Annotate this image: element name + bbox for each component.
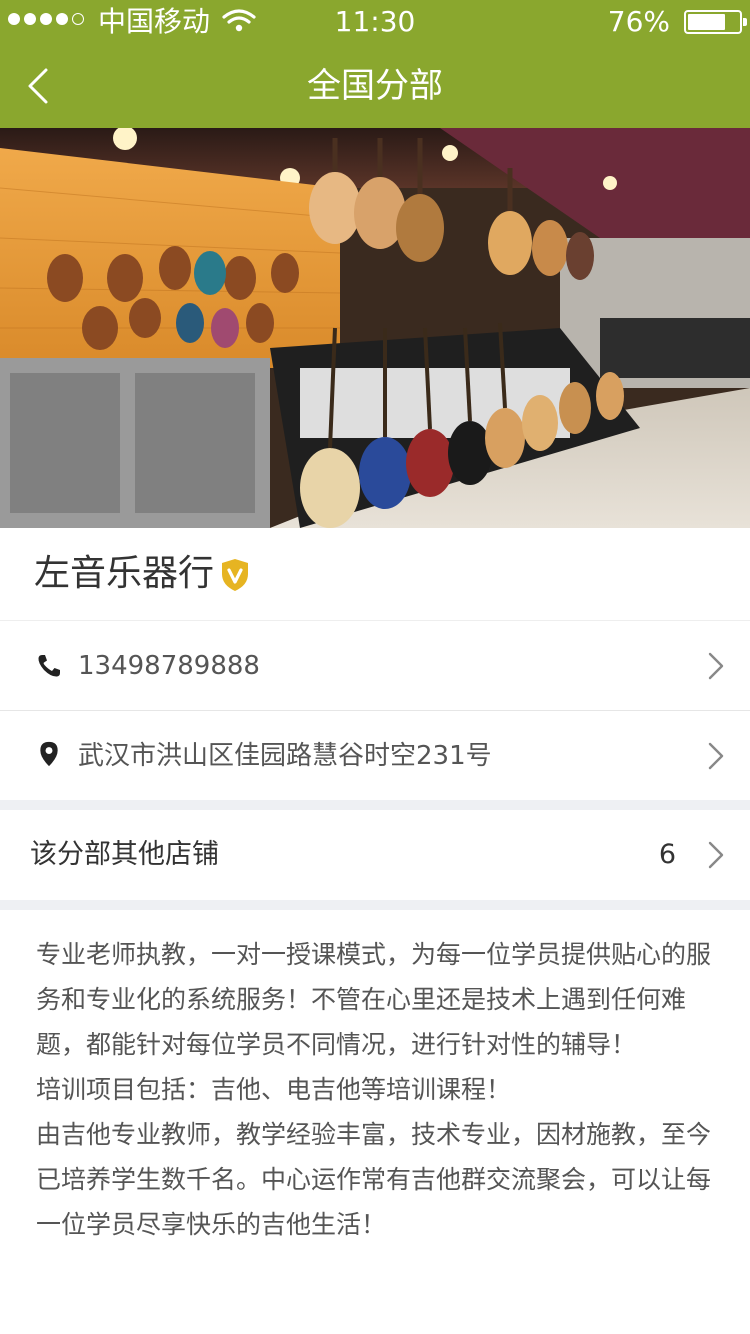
other-stores-count: 6 xyxy=(658,839,676,870)
guitar-store-photo xyxy=(0,128,750,528)
description-paragraph: 由吉他专业教师，教学经验丰富，技术专业，因材施教，至今已培养学生数千名。中心运作… xyxy=(36,1120,712,1239)
navigation-bar: 全国分部 xyxy=(0,44,750,128)
chevron-right-icon xyxy=(708,742,724,770)
location-pin-icon xyxy=(40,741,58,767)
battery-percentage: 76% xyxy=(607,5,670,38)
chevron-right-icon xyxy=(708,652,724,680)
phone-row[interactable]: 13498789888 xyxy=(0,620,750,710)
verified-badge-icon xyxy=(222,559,248,591)
status-bar: 中国移动 11:30 76% xyxy=(0,0,750,44)
store-description: 专业老师执教，一对一授课模式，为每一位学员提供贴心的服务和专业化的系统服务！不管… xyxy=(36,932,716,1247)
store-name: 左音乐器行 xyxy=(34,553,215,594)
chevron-right-icon xyxy=(708,841,724,869)
phone-number: 13498789888 xyxy=(78,651,260,681)
phone-icon xyxy=(38,655,60,677)
store-address: 武汉市洪山区佳园路慧谷时空231号 xyxy=(78,741,492,771)
page-title: 全国分部 xyxy=(307,66,443,106)
description-paragraph: 培训项目包括：吉他、电吉他等培训课程！ xyxy=(36,1075,512,1104)
address-row[interactable]: 武汉市洪山区佳园路慧谷时空231号 xyxy=(0,710,750,800)
other-stores-row[interactable]: 该分部其他店铺 6 xyxy=(0,810,750,900)
store-header: 左音乐器行 xyxy=(0,528,750,620)
section-divider xyxy=(0,800,750,810)
description-paragraph: 专业老师执教，一对一授课模式，为每一位学员提供贴心的服务和专业化的系统服务！不管… xyxy=(36,940,712,1059)
section-divider xyxy=(0,900,750,910)
battery-fill xyxy=(688,14,726,30)
battery-icon xyxy=(684,10,747,34)
other-stores-label: 该分部其他店铺 xyxy=(30,839,219,870)
